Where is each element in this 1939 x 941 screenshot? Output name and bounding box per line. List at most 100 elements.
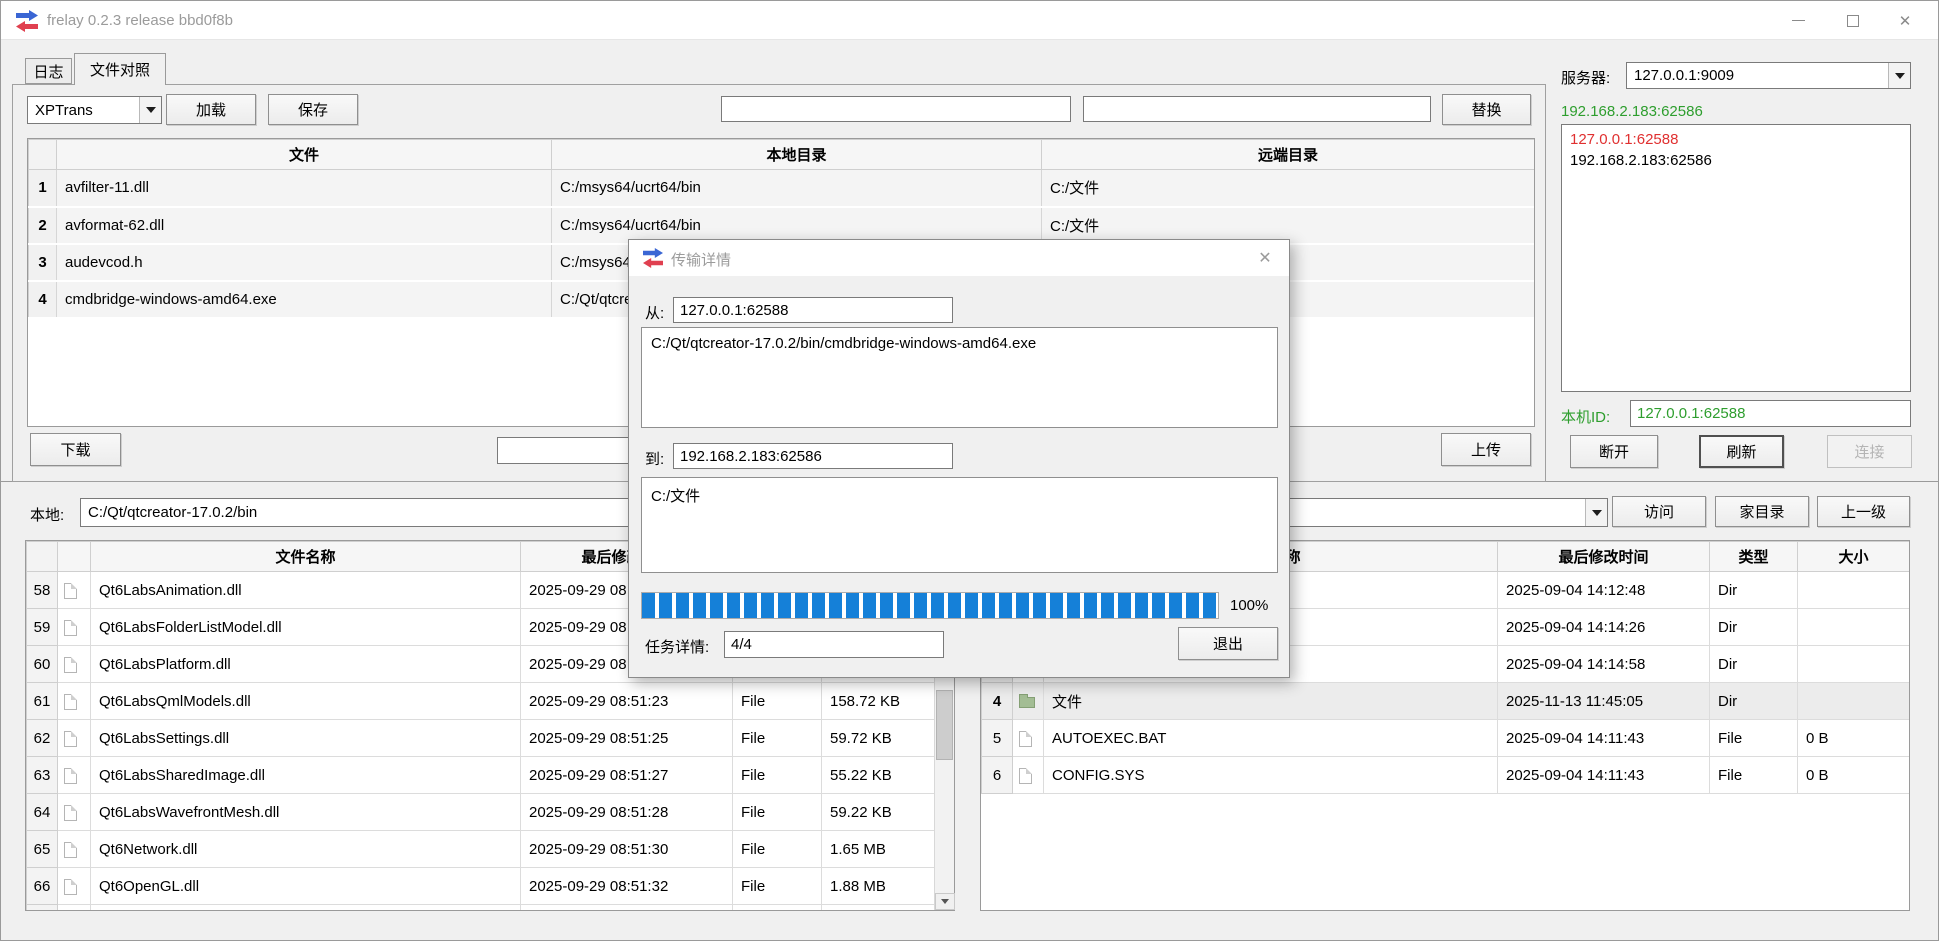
file-name-cell: Qt6LabsSharedImage.dll bbox=[91, 757, 521, 794]
type-cell: Dir bbox=[1710, 572, 1798, 609]
mtime-cell: 2025-09-04 14:11:43 bbox=[1498, 720, 1710, 757]
refresh-button[interactable]: 刷新 bbox=[1699, 435, 1784, 468]
col-header-file[interactable]: 文件 bbox=[57, 140, 552, 170]
from-label: 从: bbox=[645, 302, 664, 323]
close-button[interactable]: ✕ bbox=[1880, 1, 1930, 40]
local-id-field[interactable] bbox=[1630, 400, 1911, 427]
mtime-cell: 2025-09-04 14:11:43 bbox=[1498, 757, 1710, 794]
save-button[interactable]: 保存 bbox=[268, 94, 358, 125]
minimize-icon bbox=[1792, 20, 1805, 21]
preset-value: XPTrans bbox=[28, 97, 139, 123]
file-icon bbox=[1019, 768, 1032, 784]
row-number: 5 bbox=[982, 720, 1013, 757]
local-id-label: 本机ID: bbox=[1561, 406, 1610, 427]
tab-log[interactable]: 日志 bbox=[25, 58, 72, 84]
mtime-cell: 2025-09-04 14:12:48 bbox=[1498, 572, 1710, 609]
replace-input[interactable] bbox=[1083, 96, 1431, 122]
visit-button[interactable]: 访问 bbox=[1612, 496, 1706, 527]
compare-row[interactable]: 1avfilter-11.dllC:/msys64/ucrt64/binC:/文… bbox=[29, 170, 1535, 207]
upload-button[interactable]: 上传 bbox=[1441, 433, 1531, 466]
compare-row[interactable]: 2avformat-62.dllC:/msys64/ucrt64/binC:/文… bbox=[29, 207, 1535, 244]
window-title: frelay 0.2.3 release bbd0f8b bbox=[47, 12, 233, 29]
client-item[interactable]: 192.168.2.183:62586 bbox=[1570, 150, 1902, 171]
col-header-local-dir[interactable]: 本地目录 bbox=[552, 140, 1042, 170]
icon-cell bbox=[58, 868, 91, 905]
file-row[interactable]: 65Qt6Network.dll2025-09-29 08:51:30File1… bbox=[27, 831, 935, 868]
application: { "window": { "title": "frelay 0.2.3 rel… bbox=[0, 0, 1939, 941]
row-number: 60 bbox=[27, 646, 58, 683]
minimize-button[interactable] bbox=[1773, 1, 1823, 40]
app-logo-icon bbox=[15, 10, 39, 32]
file-row[interactable]: 62Qt6LabsSettings.dll2025-09-29 08:51:25… bbox=[27, 720, 935, 757]
local-dir-cell: C:/msys64/ucrt64/bin bbox=[552, 170, 1042, 207]
mtime-cell: 2025-09-29 08:51:30 bbox=[521, 831, 733, 868]
client-item[interactable]: 127.0.0.1:62588 bbox=[1570, 129, 1902, 150]
upload-button-label: 上传 bbox=[1471, 439, 1501, 460]
col-header-size[interactable]: 大小 bbox=[1798, 542, 1910, 572]
icon-cell bbox=[58, 720, 91, 757]
client-listbox[interactable]: 127.0.0.1:62588192.168.2.183:62586 bbox=[1561, 124, 1911, 392]
mtime-cell: 2025-09-29 08:51:28 bbox=[521, 794, 733, 831]
save-button-label: 保存 bbox=[298, 99, 328, 120]
type-cell: File bbox=[733, 831, 822, 868]
file-row[interactable]: 66Qt6OpenGL.dll2025-09-29 08:51:32File1.… bbox=[27, 868, 935, 905]
scrollbar-thumb[interactable] bbox=[936, 690, 953, 760]
compare-middle-input[interactable] bbox=[497, 437, 634, 464]
arrow-down-icon bbox=[941, 899, 949, 904]
server-combobox[interactable]: 127.0.0.1:9009 bbox=[1626, 62, 1911, 89]
preset-combobox[interactable]: XPTrans bbox=[27, 96, 162, 124]
visit-button-label: 访问 bbox=[1644, 501, 1674, 522]
refresh-button-label: 刷新 bbox=[1726, 441, 1756, 462]
connect-button[interactable]: 连接 bbox=[1827, 435, 1912, 468]
file-row[interactable]: 64Qt6LabsWavefrontMesh.dll2025-09-29 08:… bbox=[27, 794, 935, 831]
file-row[interactable]: 5AUTOEXEC.BAT2025-09-04 14:11:43File0 B bbox=[982, 720, 1910, 757]
task-detail-label: 任务详情: bbox=[645, 636, 709, 657]
size-cell: 158.72 KB bbox=[822, 683, 935, 720]
file-name-cell: Qt6LabsSettings.dll bbox=[91, 720, 521, 757]
destination-path-box[interactable]: C:/文件 bbox=[641, 477, 1278, 573]
to-field[interactable] bbox=[673, 443, 953, 469]
file-row[interactable]: 6CONFIG.SYS2025-09-04 14:11:43File0 B bbox=[982, 757, 1910, 794]
maximize-button[interactable] bbox=[1828, 1, 1878, 40]
file-cell: cmdbridge-windows-amd64.exe bbox=[57, 281, 552, 318]
col-header-mtime[interactable]: 最后修改时间 bbox=[1498, 542, 1710, 572]
from-field[interactable] bbox=[673, 297, 953, 323]
find-input[interactable] bbox=[721, 96, 1071, 122]
type-cell: File bbox=[733, 720, 822, 757]
type-cell: Dir bbox=[1710, 646, 1798, 683]
dialog-close-button[interactable]: ✕ bbox=[1251, 247, 1279, 269]
file-row[interactable]: 4文件2025-11-13 11:45:05Dir bbox=[982, 683, 1910, 720]
source-path-box[interactable]: C:/Qt/qtcreator-17.0.2/bin/cmdbridge-win… bbox=[641, 327, 1278, 428]
icon-col-header bbox=[58, 542, 91, 572]
col-header-file-name[interactable]: 文件名称 bbox=[91, 542, 521, 572]
download-button[interactable]: 下载 bbox=[30, 433, 121, 466]
connect-button-label: 连接 bbox=[1854, 441, 1884, 462]
type-cell bbox=[733, 905, 822, 912]
row-number: 4 bbox=[982, 683, 1013, 720]
replace-button[interactable]: 替换 bbox=[1442, 94, 1531, 125]
tab-file-compare[interactable]: 文件对照 bbox=[74, 53, 166, 85]
file-cell: audevcod.h bbox=[57, 244, 552, 281]
app-window: frelay 0.2.3 release bbd0f8b ✕ 日志 文件对照 X… bbox=[0, 0, 1939, 941]
col-header-remote-dir[interactable]: 远端目录 bbox=[1042, 140, 1535, 170]
row-number: 59 bbox=[27, 609, 58, 646]
file-row[interactable]: 61Qt6LabsQmlModels.dll2025-09-29 08:51:2… bbox=[27, 683, 935, 720]
exit-button[interactable]: 退出 bbox=[1178, 627, 1278, 660]
task-detail-field[interactable] bbox=[724, 631, 944, 658]
type-cell: Dir bbox=[1710, 683, 1798, 720]
size-cell: 59.72 KB bbox=[822, 720, 935, 757]
home-dir-button[interactable]: 家目录 bbox=[1715, 496, 1809, 527]
col-header-type[interactable]: 类型 bbox=[1710, 542, 1798, 572]
file-row[interactable]: 67Qt6OpenGLWidgets.dll bbox=[27, 905, 935, 912]
scroll-down-button[interactable] bbox=[935, 893, 955, 910]
file-row[interactable]: 63Qt6LabsSharedImage.dll2025-09-29 08:51… bbox=[27, 757, 935, 794]
icon-cell bbox=[58, 646, 91, 683]
file-cell: avformat-62.dll bbox=[57, 207, 552, 244]
server-value: 127.0.0.1:9009 bbox=[1627, 63, 1888, 88]
peer-id-text: 192.168.2.183:62586 bbox=[1561, 103, 1703, 120]
file-icon bbox=[64, 768, 77, 784]
row-number: 58 bbox=[27, 572, 58, 609]
load-button[interactable]: 加载 bbox=[166, 94, 256, 125]
disconnect-button[interactable]: 断开 bbox=[1570, 435, 1658, 468]
up-level-button[interactable]: 上一级 bbox=[1817, 496, 1910, 527]
